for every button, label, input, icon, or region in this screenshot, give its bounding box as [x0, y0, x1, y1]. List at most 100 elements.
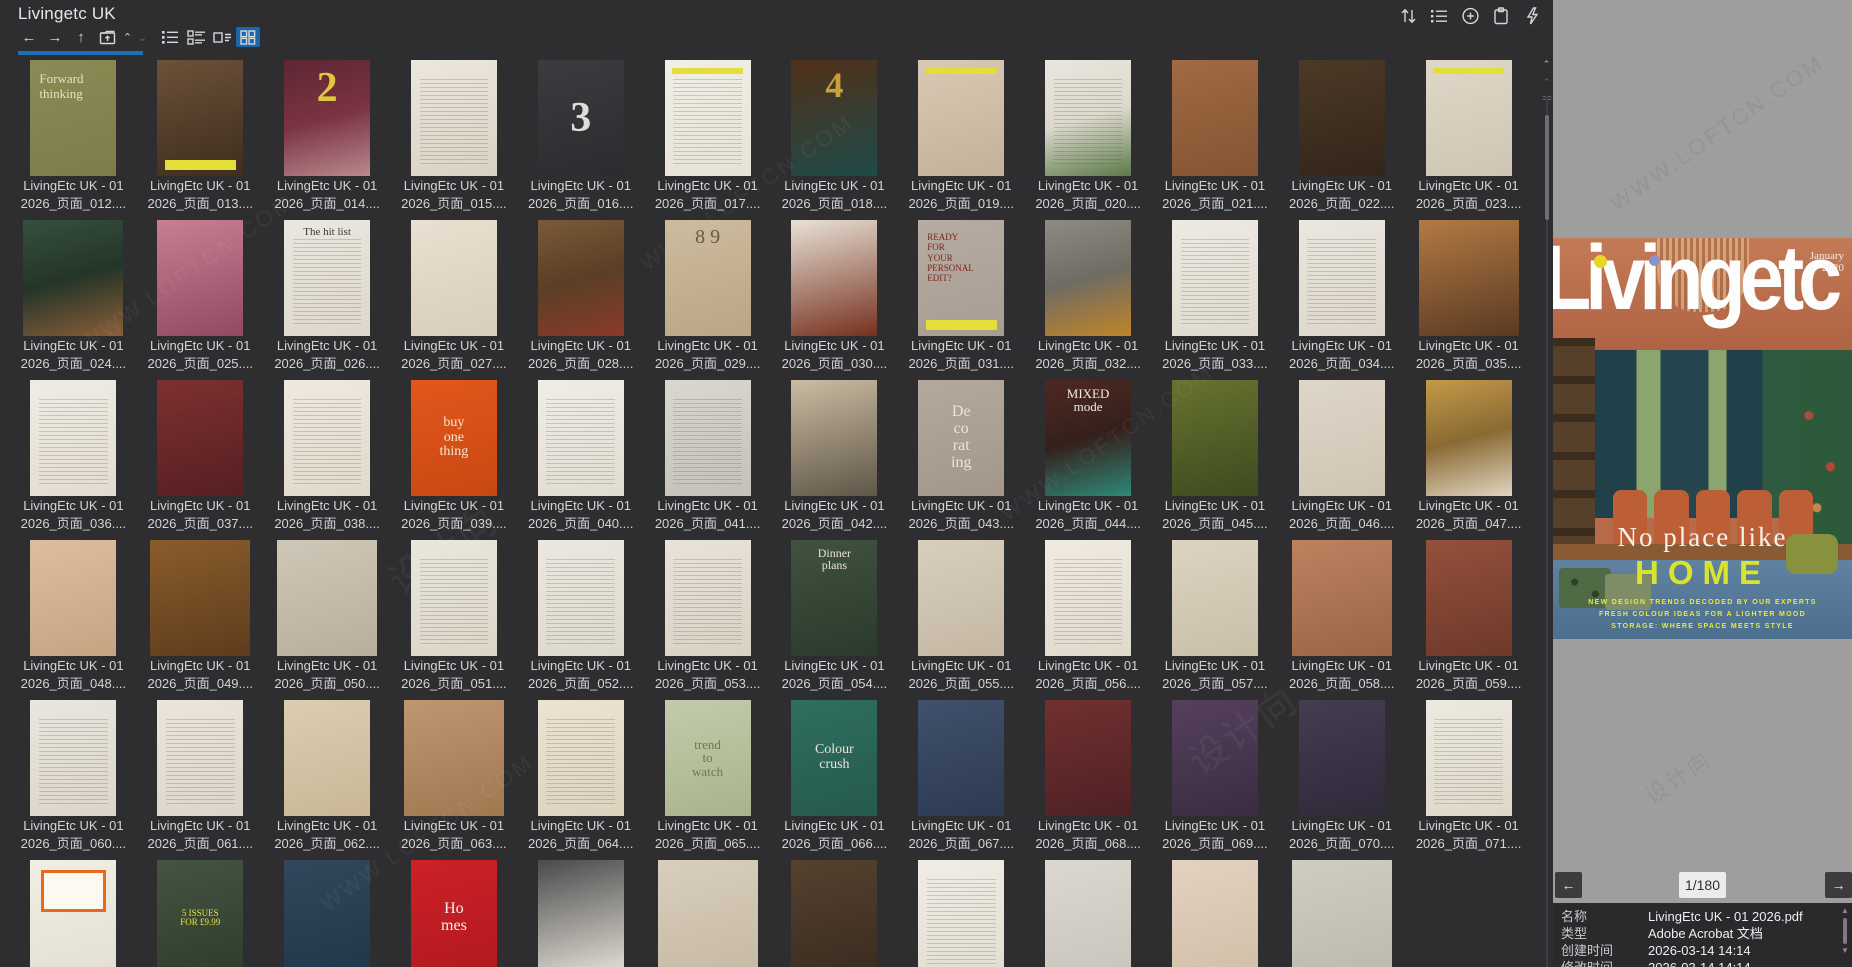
page-thumbnail[interactable] [30, 540, 116, 656]
thumbnail-cell[interactable]: De co rat ing LivingEtc UK - 01 2026_页面_… [898, 377, 1025, 537]
thumbnail-cell[interactable]: LivingEtc UK - 01 2026_页面_081.... [1152, 857, 1279, 967]
thumbnail-cell[interactable]: LivingEtc UK - 01 2026_页面_071.... [1405, 697, 1532, 857]
thumbnail-cell[interactable]: LivingEtc UK - 01 2026_页面_056.... [1025, 537, 1152, 697]
thumbnail-cell[interactable]: LivingEtc UK - 01 2026_页面_055.... [898, 537, 1025, 697]
page-thumbnail[interactable] [1045, 220, 1131, 336]
page-thumbnail[interactable]: Dinner plans [791, 540, 877, 656]
page-thumbnail[interactable] [157, 700, 243, 816]
open-folder-button[interactable] [94, 30, 120, 45]
prev-page-button[interactable]: ← [1555, 872, 1582, 898]
thumbnail-cell[interactable]: LivingEtc UK - 01 2026_页面_046.... [1278, 377, 1405, 537]
page-thumbnail[interactable] [665, 540, 751, 656]
thumbnail-cell[interactable]: 4 LivingEtc UK - 01 2026_页面_018.... [771, 57, 898, 217]
view-list-icon[interactable] [158, 27, 182, 47]
page-thumbnail[interactable] [665, 60, 751, 176]
page-thumbnail[interactable] [1299, 700, 1385, 816]
scrollbar-thumb[interactable] [1545, 115, 1549, 220]
page-thumbnail[interactable] [538, 860, 624, 967]
thumbnail-cell[interactable]: LivingEtc UK - 01 2026_页面_025.... [137, 217, 264, 377]
thumbnail-cell[interactable]: LivingEtc UK - 01 2026_页面_045.... [1152, 377, 1279, 537]
pdf-cover-preview[interactable]: Livingetc January 2020 No place like HOM… [1553, 238, 1852, 639]
thumbnail-cell[interactable]: 8 9 LivingEtc UK - 01 2026_页面_029.... [644, 217, 771, 377]
page-thumbnail[interactable] [277, 540, 377, 656]
back-button[interactable]: ← [16, 29, 42, 46]
expand-rows-button[interactable]: ⌄ [135, 31, 150, 44]
page-thumbnail[interactable] [1299, 220, 1385, 336]
page-thumbnail[interactable]: Colour crush [791, 700, 877, 816]
thumbnail-cell[interactable]: LivingEtc UK - 01 2026_页面_057.... [1152, 537, 1279, 697]
thumbnail-cell[interactable]: LivingEtc UK - 01 2026_页面_069.... [1152, 697, 1279, 857]
thumbnail-cell[interactable]: 2 LivingEtc UK - 01 2026_页面_014.... [264, 57, 391, 217]
list-options-icon[interactable] [1429, 6, 1449, 26]
page-thumbnail[interactable] [918, 60, 1004, 176]
thumbnail-cell[interactable]: LivingEtc UK - 01 2026_页面_072.... [10, 857, 137, 967]
thumbnail-cell[interactable]: LivingEtc UK - 01 2026_页面_047.... [1405, 377, 1532, 537]
page-thumbnail[interactable] [538, 220, 624, 336]
page-thumbnail[interactable] [1299, 380, 1385, 496]
forward-button[interactable]: → [42, 29, 68, 46]
thumbnail-cell[interactable]: LivingEtc UK - 01 2026_页面_052.... [517, 537, 644, 697]
page-thumbnail[interactable] [791, 380, 877, 496]
thumbnail-cell[interactable]: LivingEtc UK - 01 2026_页面_030.... [771, 217, 898, 377]
thumbnail-cell[interactable]: LivingEtc UK - 01 2026_页面_041.... [644, 377, 771, 537]
thumbnail-cell[interactable]: LivingEtc UK - 01 2026_页面_053.... [644, 537, 771, 697]
thumbnail-cell[interactable]: LivingEtc UK - 01 2026_页面_049.... [137, 537, 264, 697]
page-thumbnail[interactable] [30, 380, 116, 496]
page-thumbnail[interactable]: De co rat ing [918, 380, 1004, 496]
thumbnail-cell[interactable]: LivingEtc UK - 01 2026_页面_022.... [1278, 57, 1405, 217]
thumbnail-cell[interactable]: LivingEtc UK - 01 2026_页面_067.... [898, 697, 1025, 857]
thumbnail-cell[interactable]: LivingEtc UK - 01 2026_页面_074.... [264, 857, 391, 967]
page-thumbnail[interactable] [791, 860, 877, 967]
page-thumbnail[interactable] [1426, 700, 1512, 816]
page-thumbnail[interactable] [1292, 860, 1392, 967]
thumbnail-cell[interactable]: LivingEtc UK - 01 2026_页面_017.... [644, 57, 771, 217]
page-thumbnail[interactable] [157, 60, 243, 176]
page-thumbnail[interactable] [1426, 380, 1512, 496]
page-thumbnail[interactable] [1172, 540, 1258, 656]
page-thumbnail[interactable] [23, 220, 123, 336]
page-thumbnail[interactable] [1045, 860, 1131, 967]
thumbnail-cell[interactable]: LivingEtc UK - 01 2026_页面_050.... [264, 537, 391, 697]
thumbnail-cell[interactable]: LivingEtc UK - 01 2026_页面_060.... [10, 697, 137, 857]
details-scrollbar[interactable]: ▲ ▼ [1841, 907, 1849, 965]
page-thumbnail[interactable] [150, 540, 250, 656]
page-thumbnail[interactable] [538, 380, 624, 496]
up-button[interactable]: ↑ [68, 29, 94, 46]
page-thumbnail[interactable] [665, 380, 751, 496]
page-thumbnail[interactable] [1172, 380, 1258, 496]
thumbnail-cell[interactable]: LivingEtc UK - 01 2026_页面_064.... [517, 697, 644, 857]
thumbnail-cell[interactable]: LivingEtc UK - 01 2026_页面_080.... [1025, 857, 1152, 967]
scroll-top-icon[interactable]: ⌃ [1540, 55, 1553, 73]
thumbnail-cell[interactable]: LivingEtc UK - 01 2026_页面_061.... [137, 697, 264, 857]
thumbnail-cell[interactable]: LivingEtc UK - 01 2026_页面_042.... [771, 377, 898, 537]
page-thumbnail[interactable] [30, 860, 116, 967]
thumbnail-cell[interactable]: LivingEtc UK - 01 2026_页面_070.... [1278, 697, 1405, 857]
page-thumbnail[interactable] [1426, 60, 1512, 176]
thumbnail-cell[interactable]: LivingEtc UK - 01 2026_页面_048.... [10, 537, 137, 697]
page-thumbnail[interactable]: 8 9 [665, 220, 751, 336]
thumbnail-cell[interactable]: LivingEtc UK - 01 2026_页面_015.... [391, 57, 518, 217]
thumbnail-cell[interactable]: READY FOR YOUR PERSONAL EDIT? LivingEtc … [898, 217, 1025, 377]
page-thumbnail[interactable] [918, 860, 1004, 967]
page-thumbnail[interactable]: 4 [791, 60, 877, 176]
page-thumbnail[interactable] [1045, 540, 1131, 656]
page-thumbnail[interactable] [1172, 60, 1258, 176]
page-thumbnail[interactable] [791, 220, 877, 336]
page-thumbnail[interactable] [1292, 540, 1392, 656]
thumbnail-cell[interactable]: LivingEtc UK - 01 2026_页面_024.... [10, 217, 137, 377]
page-thumbnail[interactable]: Forward thinking [30, 60, 116, 176]
thumbnail-cell[interactable]: trend to watch LivingEtc UK - 01 2026_页面… [644, 697, 771, 857]
thumbnail-cell[interactable]: Dinner plans LivingEtc UK - 01 2026_页面_0… [771, 537, 898, 697]
page-thumbnail[interactable]: Ho mes [411, 860, 497, 967]
thumbnail-cell[interactable]: Forward thinking LivingEtc UK - 01 2026_… [10, 57, 137, 217]
page-thumbnail[interactable] [1419, 220, 1519, 336]
page-thumbnail[interactable]: trend to watch [665, 700, 751, 816]
thumbnail-cell[interactable]: LivingEtc UK - 01 2026_页面_079.... [898, 857, 1025, 967]
thumbnail-cell[interactable]: LivingEtc UK - 01 2026_页面_063.... [391, 697, 518, 857]
thumbnail-cell[interactable]: LivingEtc UK - 01 2026_页面_059.... [1405, 537, 1532, 697]
page-thumbnail[interactable] [30, 700, 116, 816]
page-thumbnail[interactable] [1172, 860, 1258, 967]
thumbnail-cell[interactable]: LivingEtc UK - 01 2026_页面_038.... [264, 377, 391, 537]
thumbnail-cell[interactable]: LivingEtc UK - 01 2026_页面_058.... [1278, 537, 1405, 697]
page-thumbnail[interactable] [284, 700, 370, 816]
